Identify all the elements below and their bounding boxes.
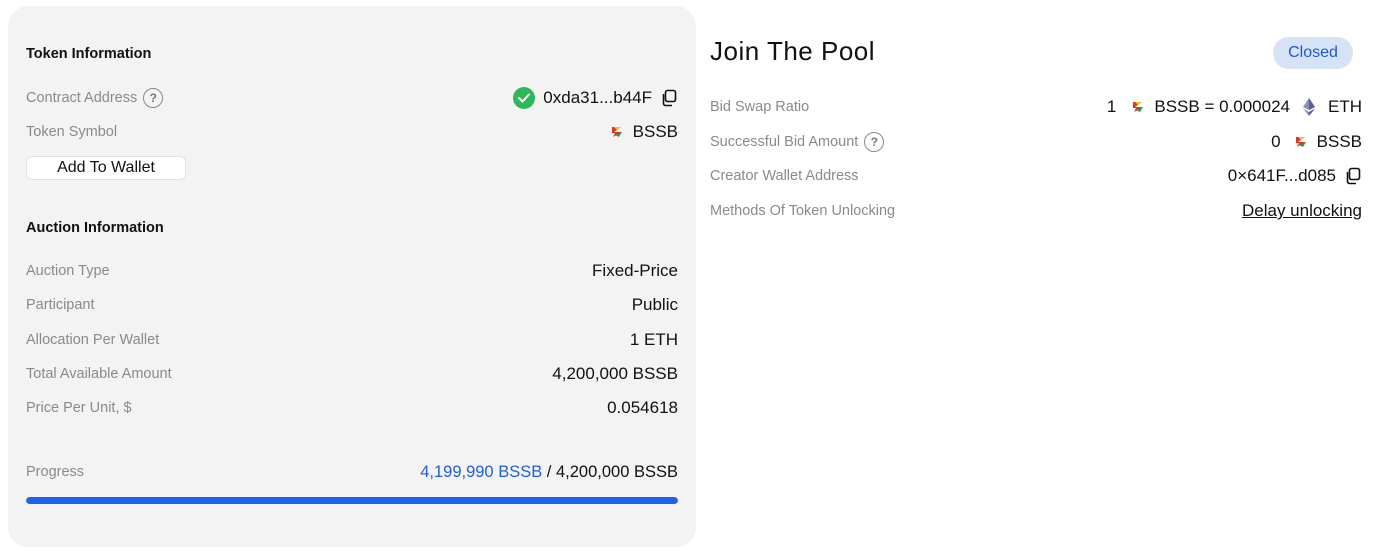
auction-information-heading: Auction Information (26, 220, 164, 236)
allocation-per-wallet-value: 1 ETH (629, 330, 678, 349)
creator-wallet-address-label: Creator Wallet Address (710, 168, 859, 184)
bid-swap-right: ETH (1328, 97, 1362, 116)
delay-unlocking-link[interactable]: Delay unlocking (1242, 201, 1362, 221)
copy-icon[interactable] (1344, 167, 1362, 185)
token-unlocking-row: Methods Of Token Unlocking Delay unlocki… (710, 198, 1362, 224)
progress-label: Progress (26, 464, 85, 480)
bssb-token-icon (1130, 99, 1146, 115)
token-symbol-row: Token Symbol BSSB (26, 119, 678, 145)
status-badge: Closed (1273, 37, 1353, 69)
page-title: Join The Pool (710, 36, 876, 66)
contract-address-label: Contract Address (26, 90, 138, 106)
creator-wallet-address-value: 0×641F...d085 (1227, 166, 1336, 185)
total-available-amount-value: 4,200,000 BSSB (552, 364, 678, 383)
token-symbol-value: BSSB (632, 122, 678, 141)
price-per-unit-value: 0.054618 (607, 398, 678, 417)
bssb-token-icon (1293, 134, 1309, 150)
progress-separator: / (542, 462, 556, 481)
participant-label: Participant (26, 297, 95, 313)
token-auction-card: Token Information Contract Address ? 0xd… (8, 6, 696, 547)
bid-swap-left: 1 (1106, 97, 1117, 116)
contract-address-row: Contract Address ? 0xda31...b44F (26, 85, 678, 111)
progress-total: 4,200,000 BSSB (555, 462, 678, 481)
bid-swap-middle: BSSB = 0.000024 (1154, 97, 1290, 116)
bid-swap-ratio-label: Bid Swap Ratio (710, 99, 810, 115)
help-icon[interactable]: ? (143, 88, 164, 108)
progress-bar-fill (26, 497, 678, 504)
contract-address-value: 0xda31...b44F (543, 88, 652, 107)
successful-bid-amount-row: Successful Bid Amount ? 0 BSSB (710, 129, 1362, 155)
successful-bid-amount-label: Successful Bid Amount (710, 134, 859, 150)
token-information-heading: Token Information (26, 46, 152, 62)
bid-swap-ratio-row: Bid Swap Ratio 1 BSSB = 0.000024 ETH (710, 94, 1362, 120)
eth-icon (1302, 98, 1316, 116)
total-available-amount-label: Total Available Amount (26, 366, 172, 382)
allocation-per-wallet-row: Allocation Per Wallet 1 ETH (26, 327, 678, 353)
participant-value: Public (631, 295, 678, 314)
auction-type-value: Fixed-Price (592, 261, 678, 280)
price-per-unit-label: Price Per Unit, $ (26, 400, 132, 416)
successful-bid-amount-token: BSSB (1316, 132, 1362, 151)
join-pool-panel: Join The Pool Closed Bid Swap Ratio 1 BS… (710, 0, 1362, 555)
token-symbol-label: Token Symbol (26, 124, 118, 140)
token-unlocking-label: Methods Of Token Unlocking (710, 203, 896, 219)
auction-type-row: Auction Type Fixed-Price (26, 258, 678, 284)
progress-bar (26, 497, 678, 504)
total-available-amount-row: Total Available Amount 4,200,000 BSSB (26, 361, 678, 387)
progress-current: 4,199,990 BSSB (420, 462, 543, 481)
allocation-per-wallet-label: Allocation Per Wallet (26, 332, 160, 348)
help-icon[interactable]: ? (864, 132, 885, 152)
participant-row: Participant Public (26, 292, 678, 318)
price-per-unit-row: Price Per Unit, $ 0.054618 (26, 395, 678, 421)
successful-bid-amount-value: 0 (1271, 132, 1281, 151)
auction-type-label: Auction Type (26, 263, 110, 279)
creator-wallet-address-row: Creator Wallet Address 0×641F...d085 (710, 163, 1362, 189)
copy-icon[interactable] (660, 89, 678, 107)
bssb-token-icon (609, 124, 625, 140)
add-to-wallet-button[interactable]: Add To Wallet (26, 156, 186, 180)
verified-check-icon (513, 87, 536, 109)
progress-row: Progress 4,199,990 BSSB / 4,200,000 BSSB (26, 459, 678, 485)
